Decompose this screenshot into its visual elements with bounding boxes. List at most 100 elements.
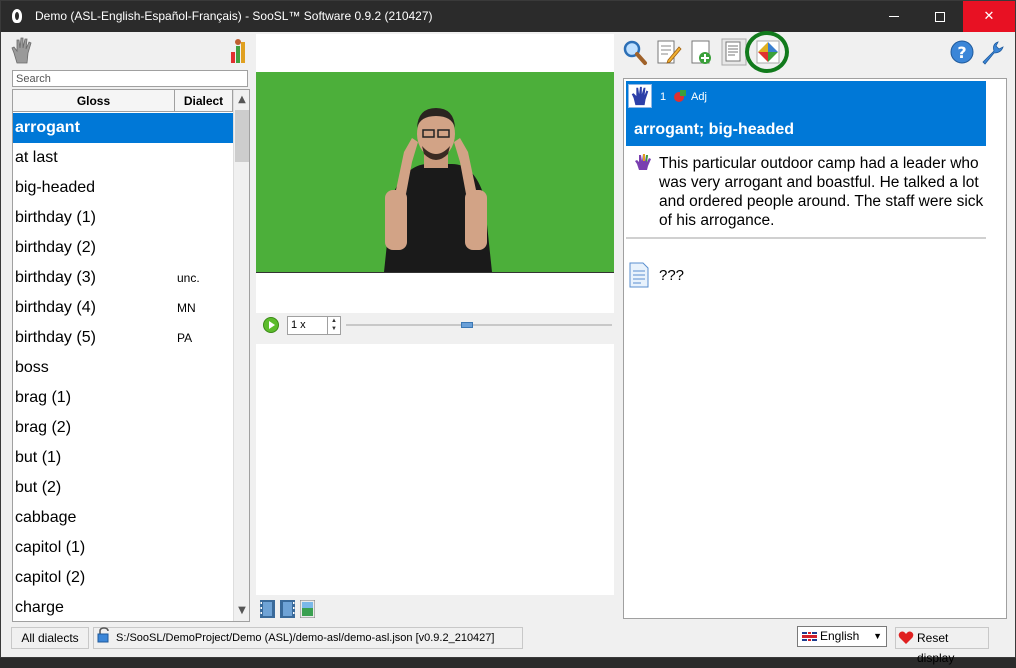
report-icon[interactable] xyxy=(721,38,747,66)
gloss-row[interactable]: brag (2) xyxy=(13,413,233,443)
gloss-cell: brag (2) xyxy=(15,419,72,436)
gloss-row[interactable]: birthday (2) xyxy=(13,233,233,263)
speed-value: 1 x xyxy=(291,319,306,331)
gloss-list[interactable]: Gloss Dialect arrogant at last big-headed b… xyxy=(12,89,250,622)
heart-icon xyxy=(898,631,914,644)
scroll-thumb[interactable] xyxy=(235,110,249,162)
search-icon[interactable] xyxy=(622,38,648,66)
dialect-column-header[interactable]: Dialect xyxy=(175,90,233,112)
film-strip-icon-2[interactable] xyxy=(280,600,295,618)
sentence-hand-icon[interactable] xyxy=(634,153,652,171)
gloss-row[interactable]: cabbage xyxy=(13,503,233,533)
status-bar: All dialects S:/SooSL/DemoProject/Demo (… xyxy=(1,623,1015,665)
gloss-cell: charge xyxy=(15,599,64,616)
gloss-cell: birthday (3) xyxy=(15,269,96,286)
add-sign-icon[interactable] xyxy=(689,38,715,66)
project-path: S:/SooSL/DemoProject/Demo (ASL)/demo-asl… xyxy=(93,627,523,649)
sign-hand-icon xyxy=(628,84,652,108)
gloss-panel: Gloss Dialect arrogant at last big-headed b… xyxy=(10,34,251,622)
maximize-icon xyxy=(935,11,945,22)
entry-divider xyxy=(626,237,986,239)
slider-handle[interactable] xyxy=(461,322,473,328)
spin-arrows-icon[interactable]: ▲ ▼ xyxy=(327,317,340,334)
all-dialects-button[interactable]: All dialects xyxy=(11,627,89,649)
gloss-row[interactable]: arrogant xyxy=(13,113,233,143)
video-notes-area xyxy=(256,344,614,595)
gloss-cell: but (1) xyxy=(15,449,62,466)
gloss-row[interactable]: big-headed xyxy=(13,173,233,203)
speed-spinbox[interactable]: 1 x ▲ ▼ xyxy=(287,316,341,335)
player-controls: 1 x ▲ ▼ xyxy=(256,314,614,338)
hand-icon[interactable] xyxy=(10,36,36,64)
entry-header[interactable]: 1 Adj arrogant; big-headed xyxy=(626,81,986,146)
video-top-area xyxy=(256,34,614,72)
chevron-down-icon: ▼ xyxy=(873,631,882,641)
document-icon[interactable] xyxy=(628,262,650,288)
close-button[interactable]: ✕ xyxy=(963,1,1015,32)
gloss-row[interactable]: but (2) xyxy=(13,473,233,503)
edit-icon[interactable] xyxy=(656,38,682,66)
gloss-cell: birthday (4) xyxy=(15,299,96,316)
gloss-row[interactable]: capitol (1) xyxy=(13,533,233,563)
scroll-up-icon[interactable]: ▲ xyxy=(234,92,249,108)
uk-flag-icon xyxy=(802,632,817,641)
window-title: Demo (ASL-English-Español-Français) - So… xyxy=(35,9,433,23)
gloss-row[interactable]: capitol (2) xyxy=(13,563,233,593)
gloss-row[interactable]: brag (1) xyxy=(13,383,233,413)
gloss-row[interactable]: birthday (1) xyxy=(13,203,233,233)
gloss-row[interactable]: charge xyxy=(13,593,233,621)
gloss-row[interactable]: boss xyxy=(13,353,233,383)
entry-glosses: arrogant; big-headed xyxy=(634,121,795,138)
maximize-button[interactable] xyxy=(917,1,963,32)
gloss-row[interactable]: birthday (5) PA xyxy=(13,323,233,353)
gloss-cell: cabbage xyxy=(15,509,77,526)
sign-video[interactable] xyxy=(256,72,614,273)
gloss-cell: birthday (1) xyxy=(15,209,96,226)
picture-icon[interactable] xyxy=(300,600,315,618)
gloss-cell: at last xyxy=(15,149,58,166)
scroll-down-icon[interactable]: ▼ xyxy=(234,603,249,619)
search-input[interactable] xyxy=(12,70,248,87)
dialect-cell: MN xyxy=(177,301,196,315)
gloss-row[interactable]: birthday (3) unc. xyxy=(13,263,233,293)
extra-text: ??? xyxy=(659,267,685,284)
gloss-cell: but (2) xyxy=(15,479,62,496)
gloss-row[interactable]: but (1) xyxy=(13,443,233,473)
example-sentence: This particular outdoor camp had a leade… xyxy=(659,155,984,229)
grammar-icon xyxy=(674,90,686,102)
language-label: English xyxy=(820,629,860,643)
minimize-button[interactable] xyxy=(871,1,917,32)
close-icon: ✕ xyxy=(983,9,995,24)
unlock-icon[interactable] xyxy=(97,627,111,643)
settings-wrench-icon[interactable] xyxy=(979,38,1005,66)
entry-panel: 1 Adj arrogant; big-headed This particul… xyxy=(623,78,1007,619)
play-icon[interactable] xyxy=(263,317,279,333)
gloss-cell: capitol (2) xyxy=(15,569,86,586)
gloss-row[interactable]: at last xyxy=(13,143,233,173)
gloss-row[interactable]: birthday (4) MN xyxy=(13,293,233,323)
sense-number: 1 xyxy=(660,91,667,103)
gloss-rows: arrogant at last big-headed birthday (1) bir… xyxy=(13,113,233,621)
film-strip-icon[interactable] xyxy=(260,600,275,618)
language-select[interactable]: English ▼ xyxy=(797,626,887,647)
reset-display-button[interactable]: Reset display xyxy=(895,627,989,665)
title-bar: Demo (ASL-English-Español-Français) - So… xyxy=(1,1,1015,32)
bar-chart-icon[interactable] xyxy=(230,38,246,64)
media-icons xyxy=(260,600,320,620)
list-scrollbar[interactable]: ▲ ▼ xyxy=(233,90,249,621)
gloss-cell: boss xyxy=(15,359,49,376)
help-icon[interactable]: ? xyxy=(949,38,975,66)
app-window: Demo (ASL-English-Español-Français) - So… xyxy=(0,0,1016,665)
part-of-speech: Adj xyxy=(691,91,707,103)
gloss-cell: birthday (2) xyxy=(15,239,96,256)
gloss-column-header[interactable]: Gloss xyxy=(13,90,175,112)
gloss-cell: birthday (5) xyxy=(15,329,96,346)
dialect-cell: PA xyxy=(177,331,193,345)
dialect-cell: unc. xyxy=(177,271,200,285)
playback-slider[interactable] xyxy=(346,322,612,328)
reset-display-label: Reset display xyxy=(917,631,955,665)
project-path-text: S:/SooSL/DemoProject/Demo (ASL)/demo-asl… xyxy=(116,632,495,644)
video-bottom-area xyxy=(256,273,614,313)
gloss-cell: arrogant xyxy=(15,119,80,136)
gloss-cell: big-headed xyxy=(15,179,96,196)
